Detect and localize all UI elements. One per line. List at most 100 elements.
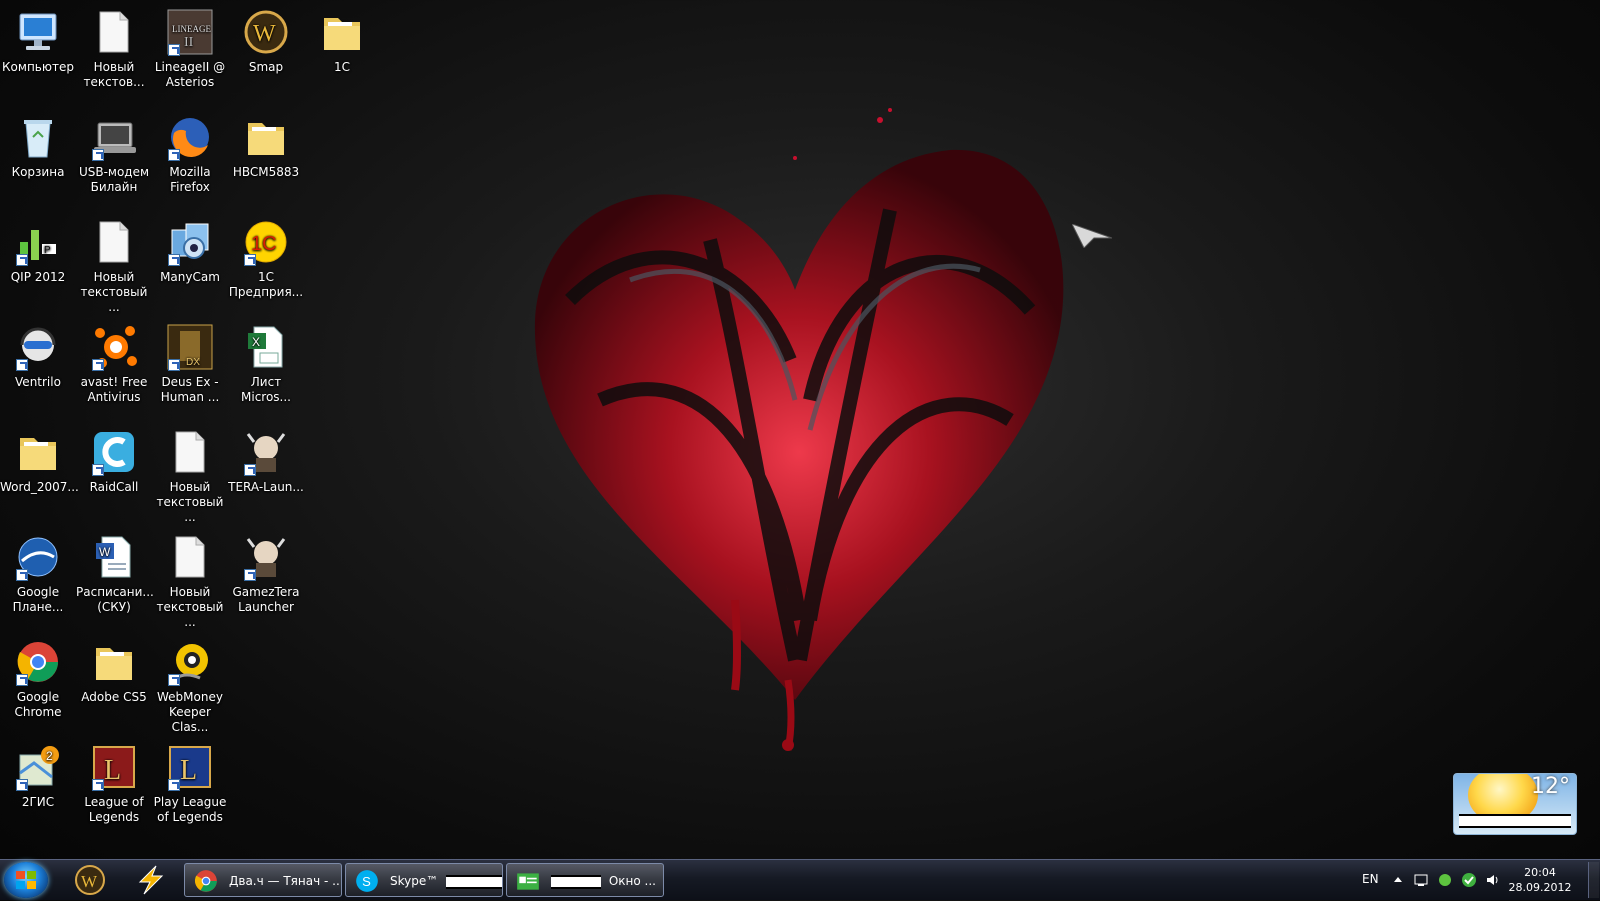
- desktop-icon-recycle-bin[interactable]: Корзина: [0, 109, 76, 180]
- show-hidden-icons-icon[interactable]: [1390, 872, 1406, 888]
- desktop-icon-play-league[interactable]: L Play League of Legends: [152, 739, 228, 825]
- action-center-icon[interactable]: [1413, 872, 1429, 888]
- desktop-icon-label: LineageII @ Asterios: [154, 60, 226, 89]
- weather-gadget[interactable]: 12°: [1453, 773, 1577, 835]
- task-window[interactable]: Окно ...: [506, 863, 664, 897]
- text-file-icon: [90, 218, 138, 266]
- desktop-icon-label: USB-модем Билайн: [78, 165, 150, 194]
- start-button[interactable]: [4, 862, 48, 898]
- desktop-icon-google-chrome[interactable]: Google Chrome: [0, 634, 76, 720]
- desktop-icon-tera-launcher[interactable]: TERA-Laun...: [228, 424, 304, 495]
- excel-icon: X: [242, 323, 290, 371]
- desktop-icon-lineage[interactable]: LINEAGE II LineageII @ Asterios: [152, 4, 228, 90]
- task-label: Skype™: [390, 874, 439, 888]
- desktop-icon-gameztera[interactable]: GamezTera Launcher: [228, 529, 304, 615]
- desktop-icon-1c-folder[interactable]: 1C: [304, 4, 380, 75]
- usb-modem-icon: [90, 113, 138, 161]
- desktop-icon-usb-modem[interactable]: USB-модем Билайн: [76, 109, 152, 195]
- qip-icon: P: [14, 218, 62, 266]
- text-file-icon: [90, 8, 138, 56]
- pinned-wow[interactable]: W: [62, 863, 118, 897]
- desktop-icon-label: 1C Предприя...: [228, 270, 304, 299]
- desktop-icon-label: RaidCall: [89, 480, 139, 494]
- desktop-icon-ventrilo[interactable]: Ventrilo: [0, 319, 76, 390]
- network-icon[interactable]: [1461, 872, 1477, 888]
- raidcall-icon: [90, 428, 138, 476]
- desktop-icon-label: Корзина: [11, 165, 65, 179]
- task-skype[interactable]: S Skype™: [345, 863, 503, 897]
- 1c-icon: 1C: [242, 218, 290, 266]
- redacted-name: [446, 874, 502, 889]
- desktop-icon-avast[interactable]: avast! Free Antivirus: [76, 319, 152, 405]
- desktop-icon-label: Google Плане...: [12, 585, 64, 614]
- svg-text:X: X: [252, 335, 260, 349]
- desktop-icon-label: Adobe CS5: [81, 690, 147, 704]
- desktop-icon-new-text-2[interactable]: Новый текстовый ...: [76, 214, 152, 315]
- desktop-icon-label: Word_2007...: [0, 480, 79, 494]
- desktop-icon-webmoney[interactable]: WebMoney Keeper Clas...: [152, 634, 228, 735]
- webmoney-icon: [166, 638, 214, 686]
- svg-text:L: L: [104, 755, 121, 786]
- desktop-icon-new-text-3[interactable]: Новый текстовый ...: [152, 424, 228, 525]
- language-indicator[interactable]: EN: [1362, 872, 1379, 886]
- desktop-icon-deus-ex[interactable]: DX Deus Ex - Human ...: [152, 319, 228, 405]
- desktop-icon-firefox[interactable]: Mozilla Firefox: [152, 109, 228, 195]
- desktop-icon-smap[interactable]: W Smap: [228, 4, 304, 75]
- desktop-icon-label: Ventrilo: [15, 375, 61, 389]
- weather-temperature: 12°: [1531, 774, 1570, 799]
- show-desktop-button[interactable]: [1588, 862, 1599, 898]
- desktop-icon-label: 2ГИС: [21, 795, 55, 809]
- lol-icon: L: [90, 743, 138, 791]
- desktop-icon-qip[interactable]: P QIP 2012: [0, 214, 76, 285]
- shortcut-arrow-icon: [168, 674, 180, 686]
- desktop-icon-adobe-cs5[interactable]: Adobe CS5: [76, 634, 152, 705]
- desktop-icon-label: avast! Free Antivirus: [80, 375, 148, 404]
- volume-icon[interactable]: [1485, 872, 1501, 888]
- 2gis-icon: 2: [14, 743, 62, 791]
- svg-text:W: W: [253, 21, 276, 47]
- clock-time: 20:04: [1524, 866, 1556, 879]
- lightning-launcher-icon: [138, 865, 164, 895]
- desktop-icon-new-text-4[interactable]: Новый текстовый ...: [152, 529, 228, 630]
- svg-text:DX: DX: [186, 357, 200, 368]
- desktop-icon-2gis[interactable]: 2 2ГИС: [0, 739, 76, 810]
- desktop-icon-excel-sheet[interactable]: X Лист Micros...: [228, 319, 304, 405]
- shortcut-arrow-icon: [16, 569, 28, 581]
- desktop-icon-area: Компьютер Корзина P QIP 2012 Ventrilo Wo…: [0, 0, 360, 860]
- desktop-icon-computer[interactable]: Компьютер: [0, 4, 76, 75]
- desktop-icon-league-of-legends[interactable]: L League of Legends: [76, 739, 152, 825]
- pinned-launcher[interactable]: [122, 863, 178, 897]
- text-file-icon: [166, 533, 214, 581]
- taskbar: W Два.ч — Тянач - ... S Skype™ Окно ... …: [0, 859, 1600, 900]
- computer-icon: [14, 8, 62, 56]
- folder-icon: [14, 428, 62, 476]
- shortcut-arrow-icon: [92, 464, 104, 476]
- shortcut-arrow-icon: [92, 359, 104, 371]
- shortcut-arrow-icon: [16, 254, 28, 266]
- tera-icon: [242, 533, 290, 581]
- skype-icon: S: [356, 870, 378, 892]
- desktop-icon-word-2007[interactable]: Word_2007...: [0, 424, 79, 495]
- task-chrome[interactable]: Два.ч — Тянач - ...: [184, 863, 342, 897]
- ventrilo-icon: [14, 323, 62, 371]
- wow-icon: W: [75, 865, 105, 895]
- desktop-icon-label: TERA-Laun...: [228, 480, 304, 494]
- desktop-icon-schedule-doc[interactable]: W Расписани... (СКУ): [76, 529, 154, 615]
- desktop-icon-new-text-1[interactable]: Новый текстов...: [76, 4, 152, 90]
- desktop-icon-raidcall[interactable]: RaidCall: [76, 424, 152, 495]
- firefox-icon: [166, 113, 214, 161]
- shortcut-arrow-icon: [16, 359, 28, 371]
- svg-text:II: II: [184, 35, 194, 50]
- shortcut-arrow-icon: [168, 359, 180, 371]
- svg-text:L: L: [180, 755, 197, 786]
- text-file-icon: [166, 428, 214, 476]
- desktop-icon-manycam[interactable]: ManyCam: [152, 214, 228, 285]
- desktop-icon-hbcm5883[interactable]: HBCM5883: [228, 109, 304, 180]
- desktop-icon-label: Play League of Legends: [153, 795, 227, 824]
- desktop-icon-google-earth[interactable]: Google Плане...: [0, 529, 76, 615]
- qip-tray-icon[interactable]: [1437, 872, 1453, 888]
- desktop-icon-label: 1C: [333, 60, 350, 74]
- desktop-icon-1c-enterprise[interactable]: 1C 1C Предприя...: [228, 214, 304, 300]
- folder-icon: [318, 8, 366, 56]
- system-clock[interactable]: 20:04 28.09.2012: [1505, 865, 1575, 895]
